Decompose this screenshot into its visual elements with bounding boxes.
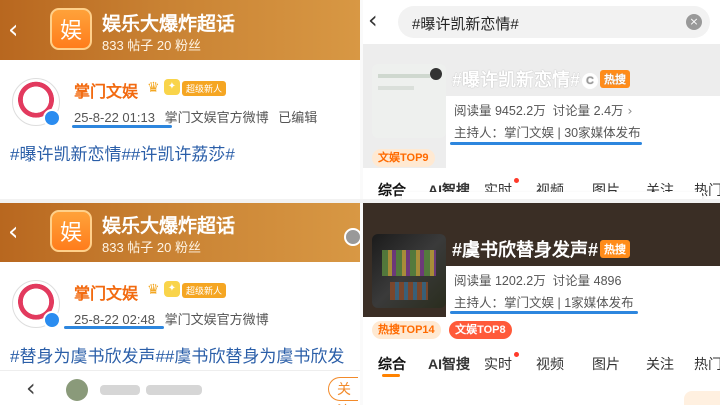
supertopic-title: 娱乐大爆炸超话 [102, 216, 236, 237]
crown-icon: ♛ [147, 79, 160, 95]
supertopic-header: ‹ 娱 娱乐大爆炸超话 833 帖子 20 粉丝 [0, 202, 362, 262]
rank-tag[interactable]: 文娱TOP8 [449, 321, 512, 339]
topic-host-line: 主持人：掌门文娱 | 1家媒体发布 [454, 296, 634, 310]
tab-following[interactable]: 关注 [646, 354, 674, 374]
tab-image[interactable]: 图片 [592, 354, 620, 374]
new-dot [514, 352, 519, 357]
tab-ai[interactable]: AI智搜 [428, 354, 470, 374]
crown-icon: ♛ [147, 281, 160, 297]
panel-divider [0, 199, 720, 203]
chevron-left-icon[interactable]: ‹ [8, 16, 34, 44]
verified-icon: C [582, 73, 599, 89]
post-edited: 已编辑 [278, 110, 318, 125]
level-icon: ✦ [164, 281, 180, 297]
host-name[interactable]: 主持人：掌门文娱 [454, 296, 554, 310]
topic-info: 阅读量 9452.2万 讨论量 2.4万 › 主持人：掌门文娱 | 30家媒体发布 [446, 96, 720, 168]
bottom-nav-bar: ‹ 关注 [0, 370, 362, 405]
corner-bubble [684, 391, 720, 405]
rank-tag[interactable]: 热搜TOP14 [372, 321, 441, 339]
supertopic-stats: 833 帖子 20 粉丝 [102, 38, 201, 53]
level-icon: ✦ [164, 79, 180, 95]
supertopic-logo[interactable]: 娱 [50, 8, 92, 50]
supertopic-logo[interactable]: 娱 [50, 210, 92, 252]
rank-tag[interactable]: 文娱TOP9 [372, 149, 435, 167]
author-name[interactable]: 掌门文娱 [74, 78, 138, 102]
topic-name-text: #虞书欣替身发声# [452, 240, 599, 260]
hot-tag: 热搜 [600, 70, 631, 88]
panel-top-right: ‹ #曝许凯新恋情# × #曝许凯新恋情# C 热搜 阅读量 9452.2万 讨论量… [362, 0, 720, 200]
tab-realtime[interactable]: 实时 [484, 354, 512, 374]
topic-stats: 阅读量 9452.2万 讨论量 2.4万 › [454, 100, 633, 119]
read-count: 阅读量 1202.2万 [454, 274, 546, 288]
active-tab-indicator [382, 374, 400, 377]
hot-tag: 热搜 [600, 240, 631, 258]
newbie-badge: 超级新人 [182, 283, 227, 298]
discussion-count: 讨论量 2.4万 [552, 104, 624, 118]
post-meta: 25-8-22 01:13 掌门文娱官方微博 已编辑 [74, 107, 323, 126]
media-count: 30家媒体发布 [564, 126, 641, 140]
supertopic-stats: 833 帖子 20 粉丝 [102, 240, 201, 255]
rank-tags: 热搜TOP14 文娱TOP8 [372, 320, 516, 340]
chevron-left-icon[interactable]: ‹ [368, 7, 378, 33]
follow-button[interactable]: 关注 [328, 377, 358, 405]
avatar[interactable] [66, 379, 88, 401]
date-underline [72, 125, 172, 128]
avatar[interactable] [12, 280, 61, 329]
host-name[interactable]: 主持人：掌门文娱 [454, 126, 554, 140]
tab-bar: 综合 AI智搜 实时 视频 图片 关注 热门 [362, 348, 720, 378]
search-query[interactable]: #曝许凯新恋情# [412, 13, 519, 34]
author-name[interactable]: 掌门文娱 [74, 280, 138, 304]
topic-name-text: #曝许凯新恋情# [452, 70, 581, 90]
post-date: 25-8-22 01:13 [74, 110, 155, 125]
rank-tags: 文娱TOP9 [372, 148, 439, 168]
topic-stats: 阅读量 1202.2万 讨论量 4896 [454, 270, 621, 289]
chevron-right-icon[interactable]: › [628, 103, 633, 118]
discussion-count: 讨论量 4896 [552, 274, 622, 288]
chevron-left-icon[interactable]: ‹ [8, 218, 34, 246]
tab-all[interactable]: 综合 [378, 354, 406, 374]
read-count: 阅读量 9452.2万 [454, 104, 546, 118]
tab-video[interactable]: 视频 [536, 354, 564, 374]
panel-top-left: ‹ 娱 娱乐大爆炸超话 833 帖子 20 粉丝 掌门文娱 ♛ ✦ 超级新人 2… [0, 0, 362, 200]
topic-info: 阅读量 1202.2万 讨论量 4896 主持人：掌门文娱 | 1家媒体发布 [446, 266, 720, 317]
host-underline [450, 311, 638, 314]
post-text[interactable]: #曝许凯新恋情##许凯许荔莎# [10, 140, 235, 165]
search-input[interactable]: #曝许凯新恋情# × [398, 6, 710, 38]
topic-card[interactable]: #虞书欣替身发声# 热搜 阅读量 1202.2万 讨论量 4896 主持人：掌门文… [362, 202, 720, 317]
topic-host-line: 主持人：掌门文娱 | 30家媒体发布 [454, 126, 641, 140]
panel-bottom-left: ‹ 娱 娱乐大爆炸超话 833 帖子 20 粉丝 掌门文娱 ♛ ✦ 超级新人 2… [0, 202, 362, 405]
avatar[interactable] [12, 78, 61, 127]
tab-hot[interactable]: 热门 [694, 354, 720, 374]
new-dot [514, 178, 519, 183]
topic-name[interactable]: #虞书欣替身发声# 热搜 [452, 236, 631, 262]
blurred-name [146, 385, 202, 395]
newbie-badge: 超级新人 [182, 81, 227, 96]
post-date: 25-8-22 02:48 [74, 312, 155, 327]
post-text[interactable]: #替身为虞书欣发声##虞书欣替身为虞书欣发 [10, 342, 344, 367]
topic-thumbnail[interactable] [372, 234, 446, 308]
topic-name[interactable]: #曝许凯新恋情# C 热搜 [452, 66, 631, 92]
supertopic-header: ‹ 娱 娱乐大爆炸超话 833 帖子 20 粉丝 [0, 0, 362, 60]
post-source: 掌门文娱官方微博 [164, 312, 269, 327]
panel-bottom-right: #虞书欣替身发声# 热搜 阅读量 1202.2万 讨论量 4896 主持人：掌门文… [362, 202, 720, 405]
post-card: 掌门文娱 ♛ ✦ 超级新人 25-8-22 01:13 掌门文娱官方微博 已编辑… [0, 60, 362, 200]
post-source: 掌门文娱官方微博 [164, 110, 269, 125]
thumbnail-avatar [430, 68, 442, 80]
supertopic-title: 娱乐大爆炸超话 [102, 14, 236, 35]
date-underline [64, 326, 164, 329]
media-count: 1家媒体发布 [564, 296, 634, 310]
clear-icon[interactable]: × [686, 14, 702, 30]
chevron-left-icon[interactable]: ‹ [26, 375, 36, 401]
blurred-name [100, 385, 140, 395]
topic-thumbnail[interactable] [372, 64, 446, 138]
host-underline [450, 142, 642, 145]
